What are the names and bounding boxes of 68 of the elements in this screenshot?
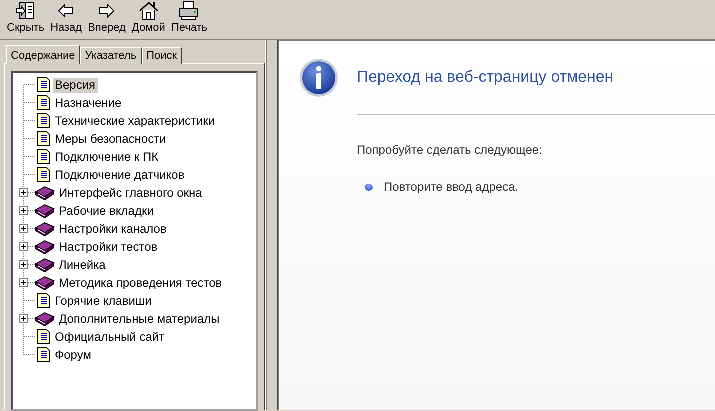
page-icon [37, 77, 51, 93]
book-icon [35, 185, 55, 201]
page-icon [37, 113, 51, 129]
tree-item[interactable]: Официальный сайт [53, 330, 167, 344]
book-icon [35, 221, 55, 237]
tree-item[interactable]: Подключение к ПК [53, 150, 161, 164]
tab[interactable]: Указатель [80, 47, 142, 64]
book-icon [35, 239, 55, 255]
tree-item[interactable]: Дополнительные материалы [57, 312, 222, 326]
home-icon [138, 1, 160, 22]
hide-pane-icon [14, 1, 37, 22]
book-icon [35, 275, 55, 291]
tree-line [23, 220, 35, 238]
tree-line [23, 202, 35, 220]
tree-item[interactable]: Технические характеристики [53, 114, 218, 128]
expand-toggle[interactable] [19, 314, 28, 323]
tree-item[interactable]: Горячие клавиши [53, 294, 154, 308]
tree-item[interactable]: Настройки тестов [57, 240, 160, 254]
forward-button[interactable]: Вперед [85, 1, 129, 35]
expand-toggle[interactable] [19, 278, 28, 287]
tab[interactable]: Содержание [6, 45, 80, 64]
expand-toggle[interactable] [19, 260, 28, 269]
print-button[interactable]: Печать [168, 1, 210, 35]
page-icon [37, 131, 51, 147]
bullet-icon [365, 184, 373, 190]
expand-toggle[interactable] [19, 224, 28, 233]
tree-item[interactable]: Форум [53, 348, 94, 362]
tree-item[interactable]: Подключение датчиков [53, 168, 187, 182]
tree-line [23, 112, 35, 130]
printer-icon [178, 1, 200, 22]
page-icon [37, 347, 51, 363]
tree-line [23, 310, 35, 328]
tree-line [23, 256, 35, 274]
tree-item[interactable]: Линейка [57, 258, 108, 272]
tree-line [23, 148, 35, 166]
back-button[interactable]: Назад [48, 1, 86, 35]
pane-splitter[interactable] [266, 40, 278, 410]
page-title: Переход на веб-страницу отменен [357, 68, 614, 88]
tree-item[interactable]: Рабочие вкладки [57, 204, 156, 218]
hide-button[interactable]: Скрыть [4, 1, 48, 35]
tree-item[interactable]: Версия [53, 78, 98, 92]
expand-toggle[interactable] [19, 188, 28, 197]
info-icon [299, 57, 339, 99]
tree-line [23, 184, 35, 202]
page-icon [37, 167, 51, 183]
book-icon [35, 311, 55, 327]
tree-item[interactable]: Настройки каналов [57, 222, 169, 236]
page-icon [37, 149, 51, 165]
page-icon [37, 95, 51, 111]
tree-item[interactable]: Интерфейс главного окна [57, 186, 204, 200]
book-icon [35, 203, 55, 219]
tree-line [23, 238, 35, 256]
tree-item[interactable]: Методика проведения тестов [57, 276, 224, 290]
book-icon [35, 257, 55, 273]
home-button[interactable]: Домой [128, 1, 168, 35]
expand-toggle[interactable] [19, 242, 28, 251]
page-icon [37, 329, 51, 345]
page-icon [37, 293, 51, 309]
expand-toggle[interactable] [19, 206, 28, 215]
tree-line [23, 274, 35, 292]
suggestion-text: Повторите ввод адреса. [384, 179, 519, 196]
tree-line [23, 292, 35, 310]
tree-line [23, 166, 35, 184]
tab[interactable]: Поиск [142, 47, 182, 64]
suggestion-intro: Попробуйте сделать следующее: [357, 142, 544, 159]
tree-item[interactable]: Назначение [53, 96, 124, 110]
tree-item[interactable]: Меры безопасности [53, 132, 168, 146]
tree-line [23, 130, 35, 148]
